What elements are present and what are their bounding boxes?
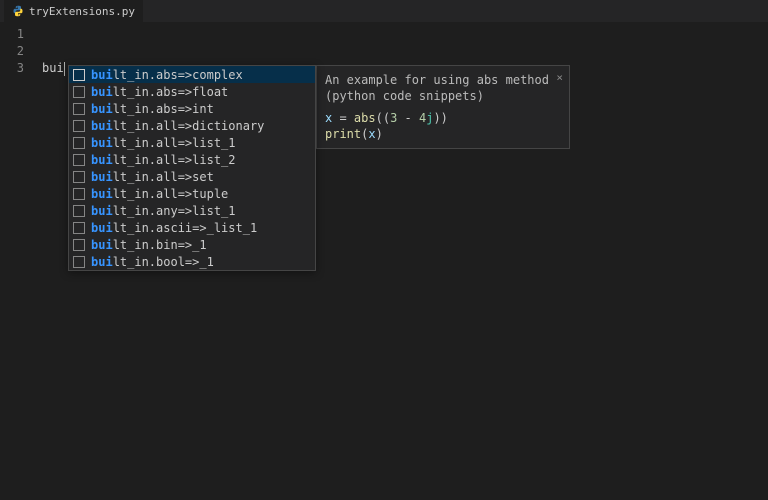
code-line — [34, 43, 768, 60]
snippet-icon — [73, 171, 85, 183]
snippet-icon — [73, 69, 85, 81]
autocomplete-item[interactable]: built_in.any=>list_1 — [69, 202, 315, 219]
autocomplete-item[interactable]: built_in.all=>dictionary — [69, 117, 315, 134]
code-line — [34, 26, 768, 43]
autocomplete-label: built_in.bool=>_1 — [91, 255, 214, 269]
python-icon — [12, 5, 24, 17]
text-cursor — [64, 62, 65, 76]
scrollbar-track[interactable] — [756, 22, 768, 500]
autocomplete-popup[interactable]: built_in.abs=>complex built_in.abs=>float… — [68, 65, 316, 271]
tab-filename: tryExtensions.py — [29, 5, 135, 18]
line-number: 3 — [0, 60, 34, 77]
autocomplete-label: built_in.abs=>float — [91, 85, 228, 99]
autocomplete-item[interactable]: built_in.abs=>float — [69, 83, 315, 100]
autocomplete-label: built_in.all=>dictionary — [91, 119, 264, 133]
snippet-icon — [73, 137, 85, 149]
tab-bar: tryExtensions.py — [0, 0, 768, 22]
snippet-line: x = abs((3 - 4j)) — [325, 110, 561, 126]
autocomplete-item[interactable]: built_in.all=>list_1 — [69, 134, 315, 151]
autocomplete-label: built_in.abs=>complex — [91, 68, 243, 82]
tooltip-description: An example for using abs method (python … — [325, 72, 561, 104]
snippet-icon — [73, 256, 85, 268]
autocomplete-label: built_in.all=>set — [91, 170, 214, 184]
autocomplete-item[interactable]: built_in.all=>set — [69, 168, 315, 185]
snippet-icon — [73, 103, 85, 115]
autocomplete-item[interactable]: built_in.ascii=>_list_1 — [69, 219, 315, 236]
snippet-icon — [73, 154, 85, 166]
typed-text: bui — [42, 61, 64, 75]
autocomplete-label: built_in.ascii=>_list_1 — [91, 221, 257, 235]
autocomplete-label: built_in.all=>list_2 — [91, 153, 236, 167]
autocomplete-item[interactable]: built_in.bool=>_1 — [69, 253, 315, 270]
line-number: 1 — [0, 26, 34, 43]
autocomplete-label: built_in.bin=>_1 — [91, 238, 207, 252]
autocomplete-item[interactable]: built_in.all=>tuple — [69, 185, 315, 202]
snippet-icon — [73, 222, 85, 234]
autocomplete-label: built_in.all=>tuple — [91, 187, 228, 201]
snippet-icon — [73, 205, 85, 217]
autocomplete-item[interactable]: built_in.abs=>int — [69, 100, 315, 117]
autocomplete-label: built_in.any=>list_1 — [91, 204, 236, 218]
autocomplete-item[interactable]: built_in.bin=>_1 — [69, 236, 315, 253]
snippet-icon — [73, 120, 85, 132]
tab-file[interactable]: tryExtensions.py — [4, 0, 143, 22]
autocomplete-item[interactable]: built_in.abs=>complex — [69, 66, 315, 83]
snippet-icon — [73, 188, 85, 200]
autocomplete-item[interactable]: built_in.all=>list_2 — [69, 151, 315, 168]
autocomplete-label: built_in.abs=>int — [91, 102, 214, 116]
line-number-gutter: 1 2 3 — [0, 22, 34, 500]
documentation-tooltip: × An example for using abs method (pytho… — [316, 65, 570, 149]
line-number: 2 — [0, 43, 34, 60]
autocomplete-label: built_in.all=>list_1 — [91, 136, 236, 150]
snippet-icon — [73, 239, 85, 251]
snippet-line: print(x) — [325, 126, 561, 142]
close-icon[interactable]: × — [556, 70, 563, 86]
snippet-icon — [73, 86, 85, 98]
